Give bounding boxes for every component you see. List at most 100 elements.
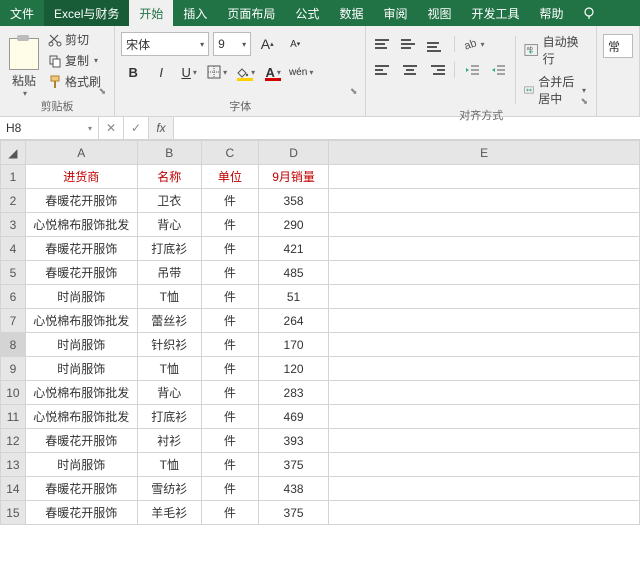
cell[interactable]: [329, 285, 640, 309]
col-header-A[interactable]: A: [25, 141, 137, 165]
cell[interactable]: [329, 429, 640, 453]
bold-button[interactable]: B: [121, 60, 145, 84]
cell[interactable]: 485: [258, 261, 328, 285]
tab-review[interactable]: 审阅: [373, 0, 417, 26]
tab-help[interactable]: 帮助: [530, 0, 574, 26]
font-color-button[interactable]: A▾: [261, 60, 285, 84]
font-dialog-launcher[interactable]: ⬊: [121, 86, 359, 98]
cell[interactable]: 264: [258, 309, 328, 333]
row-header[interactable]: 14: [1, 477, 26, 501]
row-header[interactable]: 13: [1, 453, 26, 477]
cell[interactable]: [329, 189, 640, 213]
cell[interactable]: T恤: [137, 357, 201, 381]
row-header[interactable]: 3: [1, 213, 26, 237]
cell[interactable]: 件: [201, 333, 258, 357]
row-header[interactable]: 8: [1, 333, 26, 357]
cell[interactable]: 件: [201, 357, 258, 381]
tab-page-layout[interactable]: 页面布局: [217, 0, 285, 26]
cell[interactable]: 件: [201, 285, 258, 309]
align-middle-button[interactable]: [398, 32, 422, 56]
cell[interactable]: 背心: [137, 381, 201, 405]
cell[interactable]: 心悦棉布服饰批发: [25, 213, 137, 237]
row-header[interactable]: 9: [1, 357, 26, 381]
cell[interactable]: 衬衫: [137, 429, 201, 453]
cell[interactable]: 375: [258, 501, 328, 525]
cell[interactable]: 雪纺衫: [137, 477, 201, 501]
cell[interactable]: 春暖花开服饰: [25, 501, 137, 525]
row-header[interactable]: 4: [1, 237, 26, 261]
cell[interactable]: [329, 405, 640, 429]
row-header[interactable]: 10: [1, 381, 26, 405]
orientation-button[interactable]: ab▾: [461, 32, 485, 56]
row-header[interactable]: 1: [1, 165, 26, 189]
select-all-corner[interactable]: ◢: [1, 141, 26, 165]
worksheet[interactable]: ◢ A B C D E 1进货商名称单位9月销量2春暖花开服饰卫衣件3583心悦…: [0, 140, 640, 525]
italic-button[interactable]: I: [149, 60, 173, 84]
number-format-combo[interactable]: 常: [603, 34, 633, 58]
insert-function-button[interactable]: fx: [149, 117, 174, 139]
cell[interactable]: [329, 333, 640, 357]
cell[interactable]: 吊带: [137, 261, 201, 285]
underline-button[interactable]: U▾: [177, 60, 201, 84]
cell[interactable]: 358: [258, 189, 328, 213]
cell[interactable]: 283: [258, 381, 328, 405]
col-header-C[interactable]: C: [201, 141, 258, 165]
row-header[interactable]: 7: [1, 309, 26, 333]
tell-me-icon[interactable]: [574, 0, 604, 26]
tab-formula[interactable]: 公式: [285, 0, 329, 26]
cancel-formula-button[interactable]: ✕: [99, 117, 124, 139]
row-header[interactable]: 2: [1, 189, 26, 213]
cell[interactable]: 170: [258, 333, 328, 357]
cell[interactable]: 羊毛衫: [137, 501, 201, 525]
cell[interactable]: 蕾丝衫: [137, 309, 201, 333]
row-header[interactable]: 6: [1, 285, 26, 309]
name-box[interactable]: H8 ▾: [0, 117, 99, 139]
cell[interactable]: 件: [201, 381, 258, 405]
fill-color-button[interactable]: ▾: [233, 60, 257, 84]
cell[interactable]: 打底衫: [137, 405, 201, 429]
align-top-button[interactable]: [372, 32, 396, 56]
clipboard-dialog-launcher[interactable]: ⬊: [6, 86, 108, 98]
cell[interactable]: [329, 477, 640, 501]
cell[interactable]: 438: [258, 477, 328, 501]
tab-view[interactable]: 视图: [417, 0, 461, 26]
paste-icon[interactable]: [9, 38, 39, 70]
cell[interactable]: 51: [258, 285, 328, 309]
tab-insert[interactable]: 插入: [173, 0, 217, 26]
cell[interactable]: 393: [258, 429, 328, 453]
cell[interactable]: 心悦棉布服饰批发: [25, 309, 137, 333]
cell[interactable]: 件: [201, 429, 258, 453]
cell[interactable]: 421: [258, 237, 328, 261]
col-header-E[interactable]: E: [329, 141, 640, 165]
cell[interactable]: [329, 213, 640, 237]
cell[interactable]: 件: [201, 477, 258, 501]
cell[interactable]: 290: [258, 213, 328, 237]
cell[interactable]: 件: [201, 189, 258, 213]
cell[interactable]: 卫衣: [137, 189, 201, 213]
cell[interactable]: 时尚服饰: [25, 333, 137, 357]
row-header[interactable]: 12: [1, 429, 26, 453]
alignment-dialog-launcher[interactable]: ⬊: [372, 96, 590, 107]
cell[interactable]: [329, 357, 640, 381]
cell[interactable]: 件: [201, 213, 258, 237]
cell[interactable]: 春暖花开服饰: [25, 237, 137, 261]
decrease-indent-button[interactable]: [461, 58, 485, 82]
cell[interactable]: 针织衫: [137, 333, 201, 357]
cell[interactable]: 件: [201, 501, 258, 525]
cell[interactable]: 件: [201, 405, 258, 429]
cell[interactable]: 春暖花开服饰: [25, 477, 137, 501]
align-right-button[interactable]: [424, 58, 448, 82]
cell[interactable]: [329, 237, 640, 261]
tab-data[interactable]: 数据: [329, 0, 373, 26]
cell[interactable]: T恤: [137, 285, 201, 309]
cell[interactable]: [329, 381, 640, 405]
cell[interactable]: 春暖花开服饰: [25, 429, 137, 453]
row-header[interactable]: 11: [1, 405, 26, 429]
cell[interactable]: [329, 309, 640, 333]
cell[interactable]: 375: [258, 453, 328, 477]
cell[interactable]: 名称: [137, 165, 201, 189]
cell[interactable]: 心悦棉布服饰批发: [25, 381, 137, 405]
cell[interactable]: 120: [258, 357, 328, 381]
cell[interactable]: 进货商: [25, 165, 137, 189]
wrap-text-button[interactable]: ab 自动换行: [520, 32, 590, 68]
